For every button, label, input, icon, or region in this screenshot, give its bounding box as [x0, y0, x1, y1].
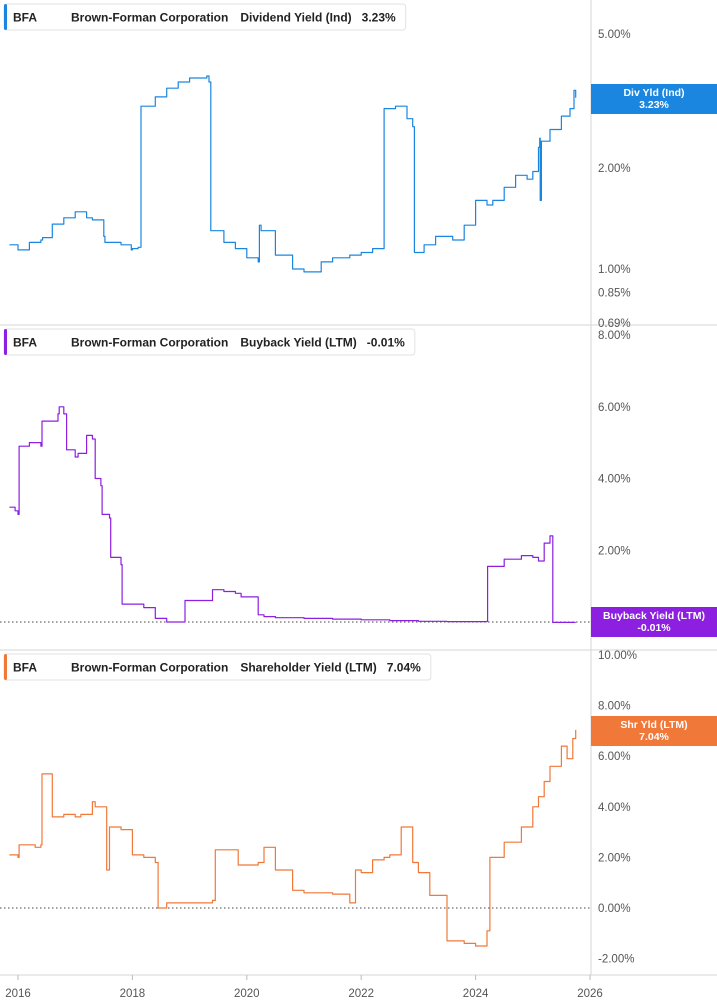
- y-tick-label: 6.00%: [598, 751, 631, 763]
- legend-company: Brown-Forman Corporation: [71, 336, 228, 350]
- series-line: [9, 729, 577, 947]
- y-tick-label: 10.00%: [598, 650, 637, 662]
- value-badge: Shr Yld (LTM)7.04%: [591, 716, 717, 746]
- legend-ticker: BFA: [13, 661, 37, 675]
- series-lines: [9, 75, 577, 947]
- legend-ticker: BFA: [13, 11, 37, 25]
- legend-value: -0.01%: [367, 336, 405, 350]
- x-tick-label: 2024: [463, 988, 489, 1000]
- y-tick-label: 4.00%: [598, 802, 631, 814]
- y-tick-label: 0.85%: [598, 288, 631, 300]
- x-tick-label: 2018: [120, 988, 146, 1000]
- y-tick-label: 4.00%: [598, 474, 631, 486]
- yield-chart: 5.00%2.00%1.00%0.85%0.69%3.00%8.00%6.00%…: [0, 0, 717, 1000]
- x-tick-label: 2020: [234, 988, 260, 1000]
- value-badge-value: 7.04%: [639, 731, 669, 743]
- y-tick-label: 8.00%: [598, 330, 631, 342]
- value-badge-value: 3.23%: [639, 99, 669, 111]
- value-badges: Div Yld (Ind)3.23% Buyback Yield (LTM)-0.…: [591, 84, 717, 746]
- legend-metric: Dividend Yield (Ind): [240, 11, 351, 25]
- y-tick-labels: 5.00%2.00%1.00%0.85%0.69%3.00%8.00%6.00%…: [598, 29, 637, 966]
- legend-value: 3.23%: [362, 11, 396, 25]
- legend: BFA Brown-Forman Corporation Buyback Yield…: [3, 328, 416, 356]
- y-tick-label: 2.00%: [598, 545, 631, 557]
- value-badge-label: Div Yld (Ind): [623, 87, 684, 99]
- legend-company: Brown-Forman Corporation: [71, 11, 228, 25]
- value-badge-label: Buyback Yield (LTM): [603, 610, 705, 622]
- legend: BFA Brown-Forman Corporation Dividend Yiel…: [3, 3, 407, 31]
- y-tick-label: -2.00%: [598, 954, 634, 966]
- x-tick-label: 2026: [577, 988, 603, 1000]
- y-tick-label: 0.69%: [598, 318, 631, 330]
- legend-color-swatch: [4, 4, 7, 30]
- y-tick-label: 5.00%: [598, 29, 631, 41]
- legend-color-swatch: [4, 654, 7, 680]
- legend: BFA Brown-Forman Corporation Shareholder Y…: [3, 653, 432, 681]
- y-tick-label: 0.00%: [598, 903, 631, 915]
- legend-metric: Shareholder Yield (LTM): [240, 661, 376, 675]
- y-tick-label: 2.00%: [598, 163, 631, 175]
- y-tick-label: 2.00%: [598, 852, 631, 864]
- legends: BFA Brown-Forman Corporation Dividend Yiel…: [3, 3, 432, 681]
- series-line: [9, 406, 576, 623]
- value-badge: Buyback Yield (LTM)-0.01%: [591, 607, 717, 637]
- legend-ticker: BFA: [13, 336, 37, 350]
- x-tick-label: 2016: [5, 988, 31, 1000]
- legend-value: 7.04%: [387, 661, 421, 675]
- x-axis: 2016 2018 2020 2022 2024 2026: [5, 975, 603, 1000]
- y-tick-label: 8.00%: [598, 701, 631, 713]
- value-badge: Div Yld (Ind)3.23%: [591, 84, 717, 114]
- y-tick-label: 1.00%: [598, 264, 631, 276]
- legend-color-swatch: [4, 329, 7, 355]
- y-tick-label: 6.00%: [598, 402, 631, 414]
- series-line: [9, 75, 577, 273]
- x-tick-label: 2022: [348, 988, 374, 1000]
- legend-metric: Buyback Yield (LTM): [240, 336, 356, 350]
- value-badge-value: -0.01%: [637, 622, 671, 634]
- value-badge-label: Shr Yld (LTM): [620, 719, 687, 731]
- legend-company: Brown-Forman Corporation: [71, 661, 228, 675]
